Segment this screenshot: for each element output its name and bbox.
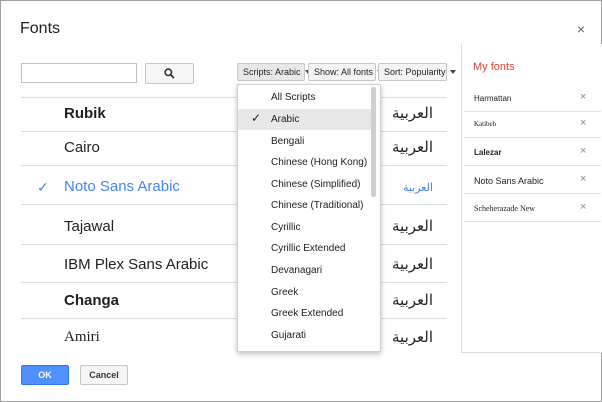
show-filter-dropdown[interactable]: Show: All fonts [308, 63, 384, 81]
font-row[interactable]: Tajawal العربية [21, 211, 447, 245]
checkmark-icon: ✓ [37, 179, 49, 195]
font-name: IBM Plex Sans Arabic [64, 256, 209, 273]
script-option[interactable]: Devanagari [238, 260, 372, 281]
font-row[interactable]: Rubik العربية [21, 98, 447, 132]
my-font-item: Katibeh × [464, 112, 601, 138]
font-name: Tajawal [64, 218, 115, 235]
script-option[interactable]: Bengali [238, 131, 372, 152]
remove-icon[interactable]: × [580, 91, 586, 103]
font-row[interactable]: Cairo العربية [21, 132, 447, 166]
font-name: Cairo [64, 139, 100, 156]
font-name: Noto Sans Arabic [64, 178, 180, 195]
search-input[interactable] [21, 63, 137, 83]
font-sample: العربية [392, 256, 433, 273]
remove-icon[interactable]: × [580, 201, 586, 213]
my-font-name: Noto Sans Arabic [474, 176, 544, 186]
font-row[interactable]: Amiri العربية [21, 322, 447, 352]
font-row[interactable]: Changa العربية [21, 285, 447, 319]
my-fonts-title: My fonts [473, 61, 515, 73]
font-name: Rubik [64, 105, 106, 122]
my-font-item: Noto Sans Arabic × [464, 168, 601, 194]
script-option[interactable]: Cyrillic Extended [238, 238, 372, 259]
font-sample: العربية [392, 105, 433, 122]
scripts-dropdown-menu: All Scripts ✓ Arabic Bengali Chinese (Ho… [237, 84, 381, 352]
script-option-selected[interactable]: ✓ Arabic [238, 109, 372, 130]
font-name: Amiri [64, 329, 100, 345]
my-font-item: Scheherazade New × [464, 196, 601, 222]
checkmark-icon: ✓ [251, 111, 262, 125]
scripts-filter-dropdown[interactable]: Scripts: Arabic [237, 63, 311, 81]
caret-down-icon [449, 70, 456, 74]
show-filter-label: Show: All fonts [314, 67, 374, 77]
my-font-item: Lalezar × [464, 140, 601, 166]
script-option[interactable]: Greek [238, 282, 372, 303]
font-row[interactable]: IBM Plex Sans Arabic العربية [21, 249, 447, 283]
script-option[interactable]: Greek Extended [238, 303, 372, 324]
font-row-selected[interactable]: ✓ Noto Sans Arabic العربية [21, 171, 447, 205]
ok-button[interactable]: OK [21, 365, 69, 385]
font-sample: العربية [392, 139, 433, 156]
search-icon [164, 68, 175, 79]
my-font-name: Lalezar [474, 148, 502, 157]
my-fonts-panel: My fonts Harmattan × Katibeh × Lalezar ×… [461, 44, 602, 353]
dropdown-scrollbar[interactable] [371, 87, 376, 197]
remove-icon[interactable]: × [580, 145, 586, 157]
font-sample: العربية [402, 182, 433, 194]
close-icon[interactable]: × [577, 21, 585, 37]
sort-dropdown[interactable]: Sort: Popularity [378, 63, 456, 81]
font-sample: العربية [392, 292, 433, 309]
script-option[interactable]: Chinese (Simplified) [238, 174, 372, 195]
search-button[interactable] [145, 63, 194, 84]
font-list: Rubik العربية Cairo العربية ✓ Noto Sans … [21, 97, 447, 352]
sort-label: Sort: Popularity [384, 67, 446, 77]
font-name: Changa [64, 292, 120, 309]
my-font-name: Scheherazade New [474, 204, 536, 213]
my-font-name: Harmattan [474, 94, 512, 103]
script-option[interactable]: Cyrillic [238, 217, 372, 238]
fonts-dialog: Fonts × Scripts: Arabic Show: All fonts … [0, 0, 602, 402]
remove-icon[interactable]: × [580, 173, 586, 185]
my-font-item: Harmattan × [464, 86, 601, 112]
script-option[interactable]: Chinese (Traditional) [238, 195, 372, 216]
font-sample: العربية [392, 328, 433, 346]
remove-icon[interactable]: × [580, 117, 586, 129]
script-option[interactable]: Chinese (Hong Kong) [238, 152, 372, 173]
my-font-name: Katibeh [474, 120, 497, 128]
dialog-title: Fonts [20, 20, 61, 37]
scripts-filter-label: Scripts: Arabic [243, 67, 301, 77]
font-sample: العربية [392, 218, 433, 235]
script-option[interactable]: Gujarati [238, 325, 372, 346]
script-option[interactable]: All Scripts [238, 87, 372, 108]
cancel-button[interactable]: Cancel [80, 365, 128, 385]
